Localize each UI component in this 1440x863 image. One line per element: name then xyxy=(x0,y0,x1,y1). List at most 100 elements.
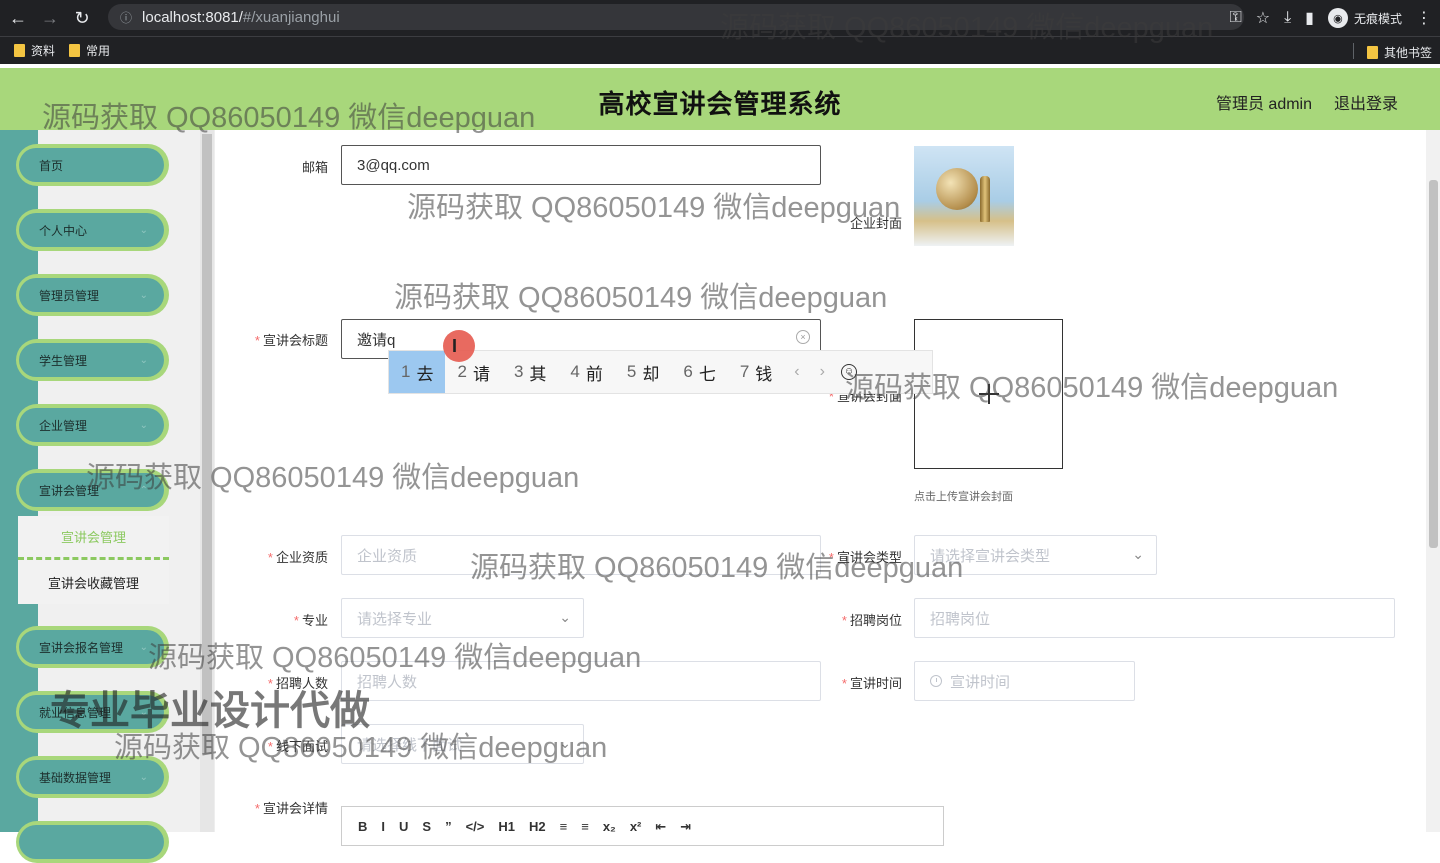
sidepanel-icon[interactable]: ▮ xyxy=(1305,8,1314,28)
bookmark-folder-1[interactable]: 资料 xyxy=(14,42,55,59)
qualification-placeholder: 企业资质 xyxy=(357,547,418,565)
chess-piece-graphic xyxy=(980,176,990,222)
chevron-up-icon: ⌃ xyxy=(139,485,148,496)
logout-link[interactable]: 退出登录 xyxy=(1334,90,1398,114)
major-select[interactable]: 请选择专业 ⌄ xyxy=(341,598,584,638)
browser-toolbar: ← → ↻ ⓘ localhost:8081/#/xuanjianghui ⚿ … xyxy=(0,0,1440,36)
offline-label: * 线下面试 xyxy=(267,739,328,754)
incognito-indicator[interactable]: ◉ 无痕模式 xyxy=(1327,8,1402,28)
chevron-down-icon: ⌄ xyxy=(139,642,148,653)
sidebar-item-label: 管理员管理 xyxy=(39,288,100,303)
info-icon[interactable]: ⓘ xyxy=(120,9,132,26)
subscript-icon[interactable]: x₂ xyxy=(603,819,616,835)
qualification-field[interactable]: 企业资质 xyxy=(341,535,821,575)
position-field[interactable]: 招聘岗位 xyxy=(914,598,1395,638)
sidebar-item-admins[interactable]: 管理员管理 ⌄ xyxy=(16,274,169,316)
chevron-down-icon: ⌄ xyxy=(139,772,148,783)
ime-candidate[interactable]: 4前 xyxy=(558,351,614,393)
reload-icon[interactable]: ↻ xyxy=(68,4,96,32)
download-icon[interactable]: ⤓ xyxy=(1284,9,1291,27)
ime-next-icon[interactable]: › xyxy=(810,363,835,381)
forward-icon[interactable]: → xyxy=(36,4,64,32)
bookmark-label: 常用 xyxy=(86,44,111,58)
indent-icon[interactable]: ⇥ xyxy=(680,819,691,835)
bold-icon[interactable]: B xyxy=(358,819,367,835)
chevron-down-icon: ⌄ xyxy=(1132,546,1144,562)
sidebar-item-registrations[interactable]: 宣讲会报名管理 ⌄ xyxy=(16,626,169,668)
session-cover-upload[interactable] xyxy=(914,319,1063,469)
time-placeholder: 宣讲时间 xyxy=(950,673,1011,691)
folder-icon xyxy=(69,44,81,57)
sidebar-item-home[interactable]: 首页 xyxy=(16,144,169,186)
code-icon[interactable]: </> xyxy=(466,819,485,835)
time-picker[interactable]: 宣讲时间 xyxy=(914,661,1135,701)
app-header: 高校宣讲会管理系统 管理员 admin 退出登录 xyxy=(0,68,1440,130)
other-bookmarks[interactable]: 其他书签 xyxy=(1366,44,1432,61)
address-bar[interactable]: ⓘ localhost:8081/#/xuanjianghui xyxy=(108,4,1244,30)
quote-icon[interactable]: ” xyxy=(445,819,452,835)
submenu-item-session-manage[interactable]: 宣讲会管理 xyxy=(18,516,169,560)
sidebar-item-base-data[interactable]: 基础数据管理 ⌄ xyxy=(16,756,169,798)
url-host: localhost:8081/ xyxy=(142,8,243,26)
h1-icon[interactable]: H1 xyxy=(498,819,515,835)
submenu-item-session-favorites[interactable]: 宣讲会收藏管理 xyxy=(18,560,169,604)
bookmarks-divider xyxy=(1353,43,1354,59)
email-value: 3@qq.com xyxy=(357,156,430,174)
sidebar-item-label: 学生管理 xyxy=(39,353,88,368)
superscript-icon[interactable]: x² xyxy=(630,819,642,835)
bookmark-folder-2[interactable]: 常用 xyxy=(69,42,110,59)
key-icon[interactable]: ⚿ xyxy=(1230,9,1242,27)
ime-candidate[interactable]: 6七 xyxy=(671,351,727,393)
url-path: #/xuanjianghui xyxy=(242,8,340,26)
offline-select[interactable]: 请选择线下面试 ⌄ xyxy=(341,724,584,764)
sidebar-item-more[interactable] xyxy=(16,821,169,863)
bullet-list-icon[interactable]: ≡ xyxy=(581,819,589,835)
ime-candidate[interactable]: 1去 xyxy=(389,351,446,393)
h2-icon[interactable]: H2 xyxy=(529,819,546,835)
ime-candidate[interactable]: 7钱 xyxy=(728,351,784,393)
back-icon[interactable]: ← xyxy=(4,4,32,32)
main-scroll-thumb[interactable] xyxy=(1429,180,1438,548)
sidebar-item-sessions[interactable]: 宣讲会管理 ⌃ xyxy=(16,469,169,511)
underline-icon[interactable]: U xyxy=(399,819,408,835)
emoji-icon[interactable]: ☺ xyxy=(840,364,857,380)
sidebar-item-label: 个人中心 xyxy=(39,223,88,238)
chevron-down-icon: ⌄ xyxy=(139,290,148,301)
email-label: 邮箱 xyxy=(301,160,328,175)
other-bookmarks-label: 其他书签 xyxy=(1383,46,1432,60)
ordered-list-icon[interactable]: ≡ xyxy=(560,819,568,835)
type-select[interactable]: 请选择宣讲会类型 ⌄ xyxy=(914,535,1157,575)
detail-editor[interactable]: B I U S ” </> H1 H2 ≡ ≡ x₂ x² ⇤ ⇥ xyxy=(341,806,944,846)
ime-candidate[interactable]: 3其 xyxy=(502,351,558,393)
chevron-down-icon: ⌄ xyxy=(559,609,571,625)
strike-icon[interactable]: S xyxy=(422,819,431,835)
plus-icon-stroke xyxy=(988,384,990,404)
sidebar-item-companies[interactable]: 企业管理 ⌄ xyxy=(16,404,169,446)
star-icon[interactable]: ☆ xyxy=(1256,8,1270,28)
clear-icon[interactable]: × xyxy=(796,330,810,344)
sidebar-item-label: 宣讲会管理 xyxy=(39,483,100,498)
company-cover-label: 企业封面 xyxy=(849,216,902,231)
title-value: 邀请q xyxy=(357,331,396,349)
title-label: * 宣讲会标题 xyxy=(254,333,328,348)
bookmarks-bar: 资料 常用 其他书签 xyxy=(0,36,1440,64)
folder-icon xyxy=(14,44,25,57)
sidebar-item-label: 企业管理 xyxy=(39,418,88,433)
sidebar-item-students[interactable]: 学生管理 ⌄ xyxy=(16,339,169,381)
menu-icon[interactable]: ⋮ xyxy=(1416,8,1432,28)
clock-icon xyxy=(930,675,942,687)
incognito-label: 无痕模式 xyxy=(1353,11,1402,26)
position-placeholder: 招聘岗位 xyxy=(930,610,991,628)
company-cover-image[interactable] xyxy=(914,146,1014,246)
sidebar-item-profile[interactable]: 个人中心 ⌄ xyxy=(16,209,169,251)
sidebar-scroll-thumb[interactable] xyxy=(202,134,212,754)
email-field[interactable]: 3@qq.com xyxy=(341,145,821,185)
ime-candidate[interactable]: 5却 xyxy=(615,351,671,393)
count-field[interactable]: 招聘人数 xyxy=(341,661,821,701)
ime-prev-icon[interactable]: ‹ xyxy=(784,363,809,381)
qualification-label: * 企业资质 xyxy=(267,550,328,565)
outdent-icon[interactable]: ⇤ xyxy=(655,819,666,835)
cursor-highlight xyxy=(443,330,475,362)
italic-icon[interactable]: I xyxy=(381,819,385,835)
editor-toolbar: B I U S ” </> H1 H2 ≡ ≡ x₂ x² ⇤ ⇥ xyxy=(342,807,943,835)
